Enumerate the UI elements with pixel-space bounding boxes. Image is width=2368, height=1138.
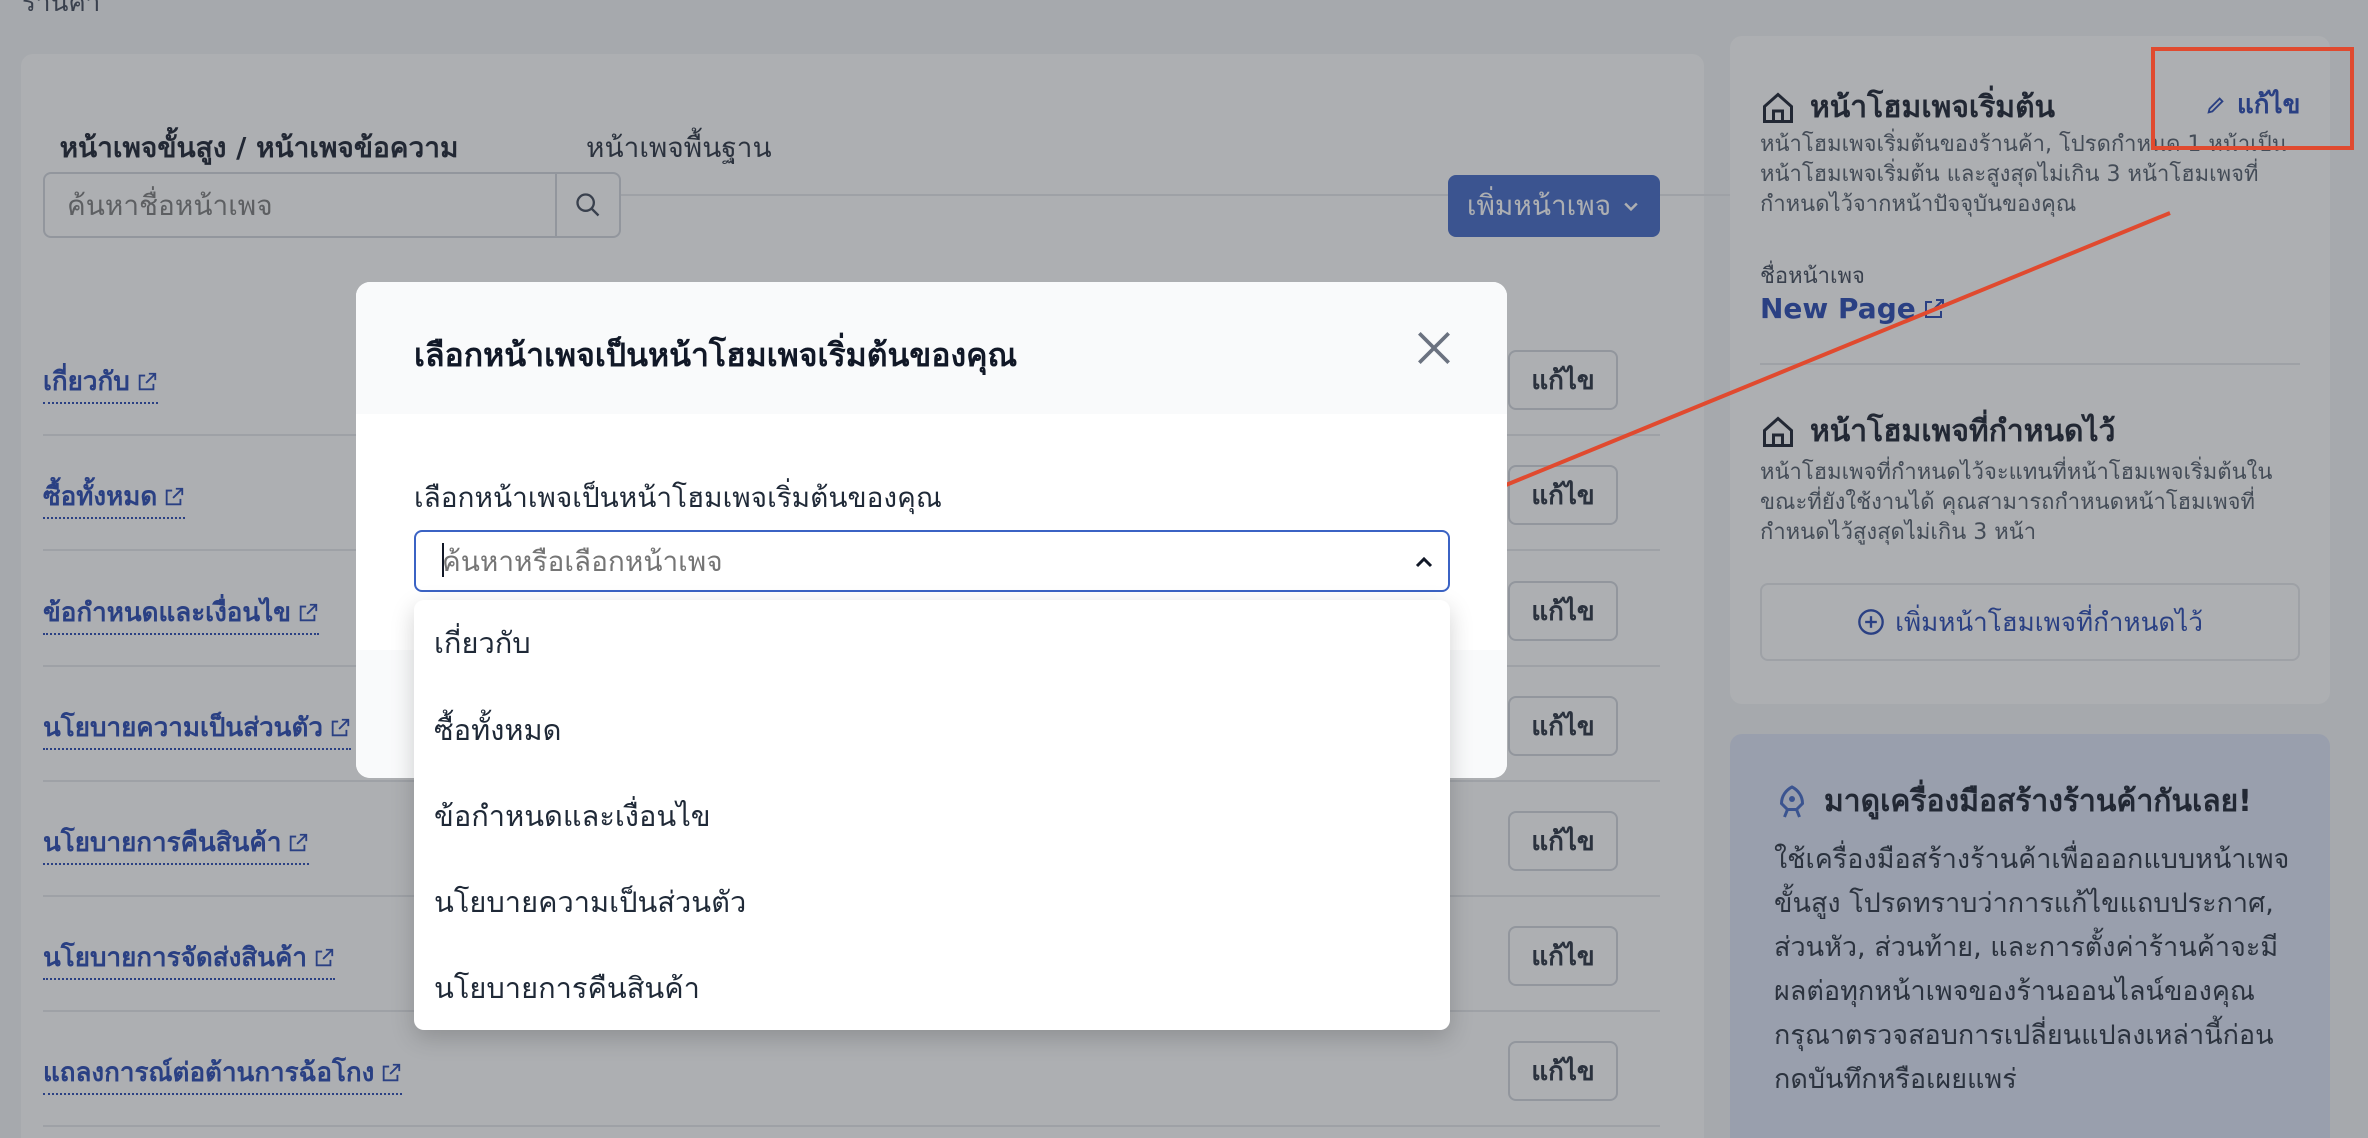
- close-icon[interactable]: [1412, 326, 1456, 370]
- modal-header: เลือกหน้าเพจเป็นหน้าโฮมเพจเริ่มต้นของคุณ: [356, 282, 1507, 414]
- select-field-label: เลือกหน้าเพจเป็นหน้าโฮมเพจเริ่มต้นของคุณ: [414, 481, 942, 514]
- page-select[interactable]: [414, 530, 1450, 592]
- option-item[interactable]: นโยบายการคืนสินค้า: [434, 965, 700, 1011]
- option-item[interactable]: เกี่ยวกับ: [434, 620, 531, 666]
- chevron-up-icon[interactable]: [1412, 550, 1436, 574]
- text-cursor: [442, 543, 444, 577]
- option-item[interactable]: ซื้อทั้งหมด: [434, 707, 561, 753]
- option-item[interactable]: นโยบายความเป็นส่วนตัว: [434, 879, 746, 925]
- modal-title: เลือกหน้าเพจเป็นหน้าโฮมเพจเริ่มต้นของคุณ: [414, 336, 1018, 374]
- option-item[interactable]: ข้อกำหนดและเงื่อนไข: [434, 793, 711, 839]
- page-select-input[interactable]: [416, 532, 1376, 590]
